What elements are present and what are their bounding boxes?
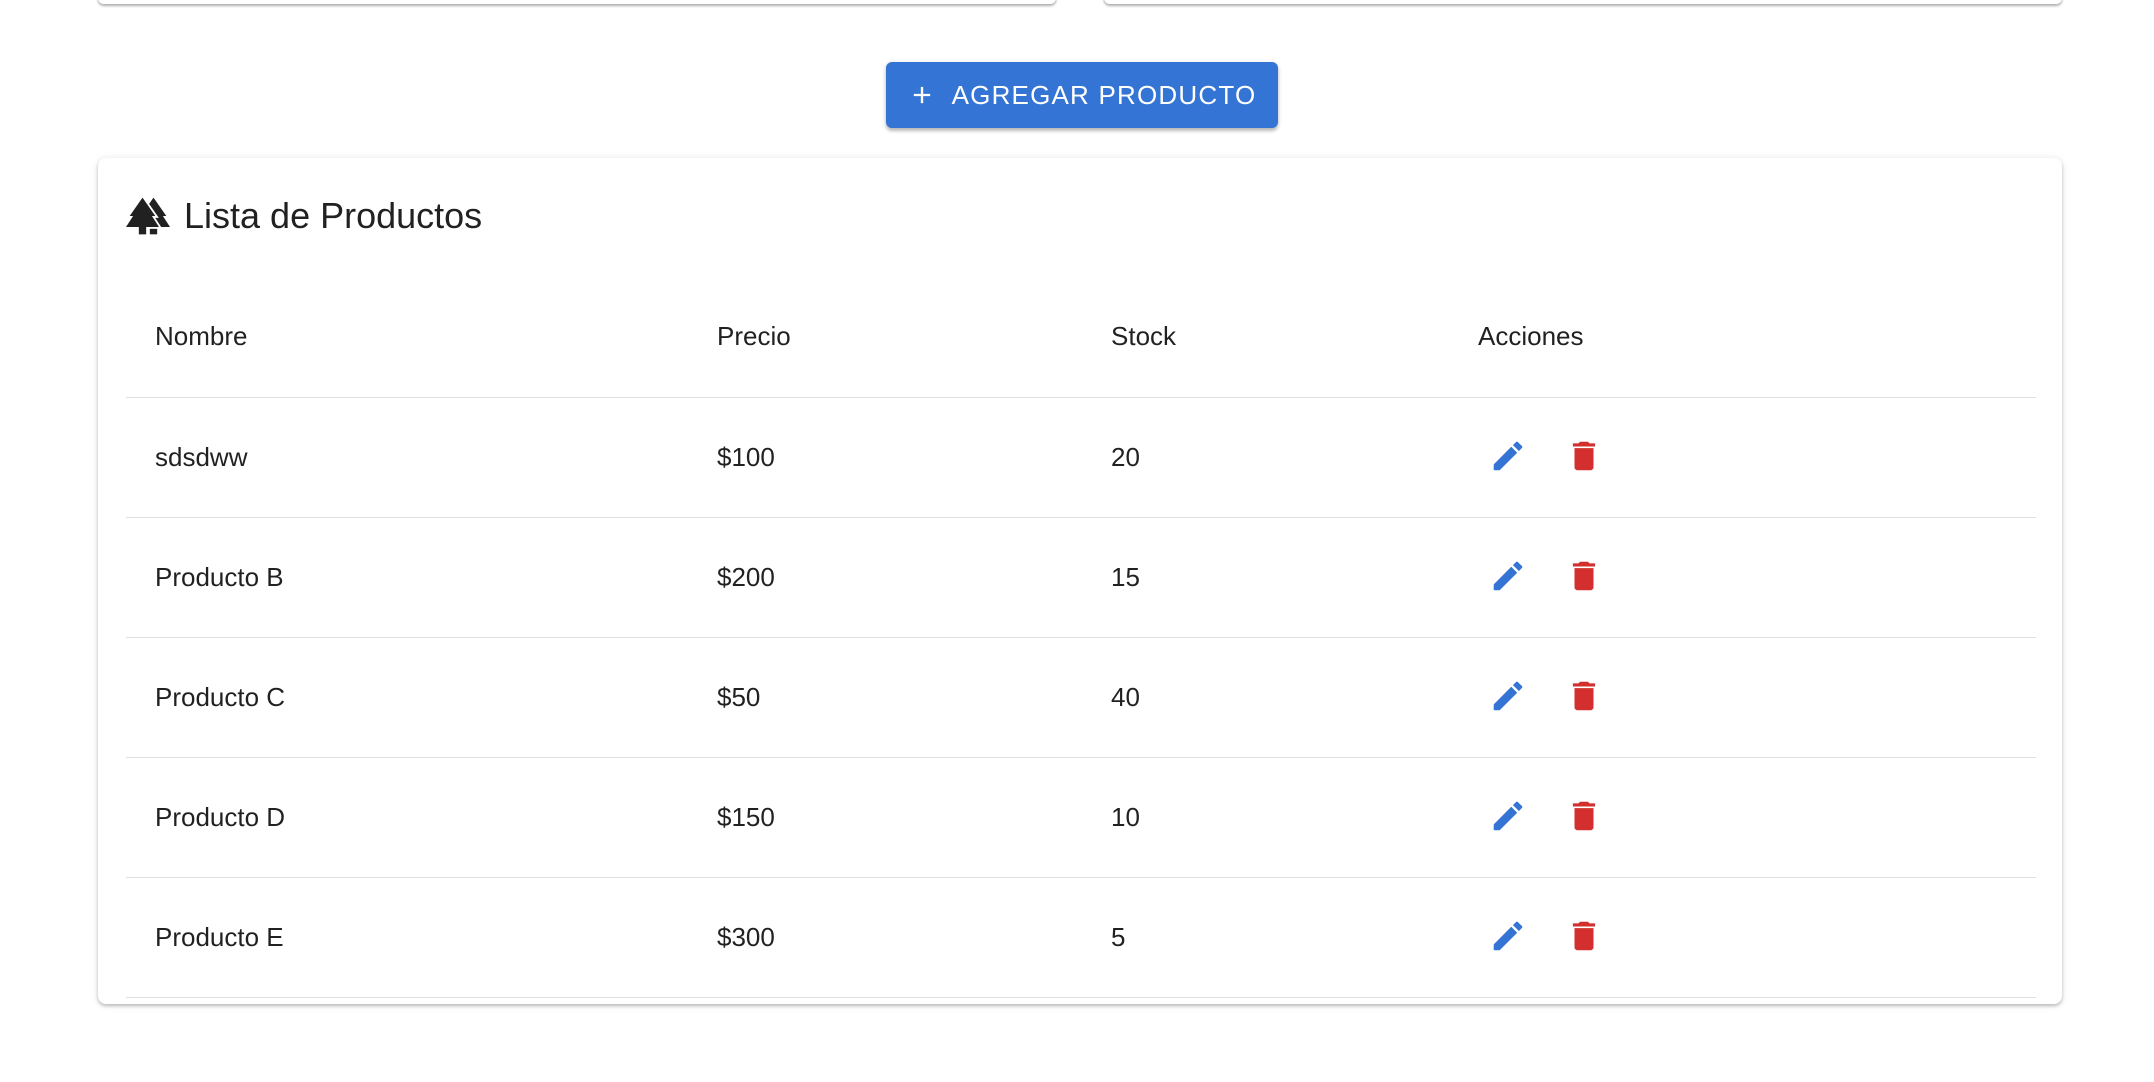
trash-icon [1565, 437, 1603, 478]
product-name: Producto B [155, 562, 284, 592]
table-row: sdsdww $100 20 [126, 398, 2036, 518]
product-table: sdsdww $100 20 Producto B $200 15 Produc… [126, 398, 2036, 998]
table-row: Producto B $200 15 [126, 518, 2036, 638]
row-actions [1478, 518, 1608, 637]
panel-title-text: Lista de Productos [184, 195, 483, 236]
tree-icon [126, 194, 170, 238]
product-price: $50 [717, 682, 761, 712]
column-header-stock: Stock [1111, 321, 1177, 351]
product-name: sdsdww [155, 442, 248, 472]
edit-button[interactable] [1484, 914, 1532, 962]
product-price: $200 [717, 562, 775, 592]
product-list-panel: Lista de Productos Nombre Precio Stock A… [98, 158, 2062, 1004]
table-row: Producto E $300 5 [126, 878, 2036, 998]
pencil-icon [1489, 677, 1527, 718]
product-stock: 15 [1111, 562, 1140, 592]
edit-button[interactable] [1484, 674, 1532, 722]
delete-button[interactable] [1560, 674, 1608, 722]
plus-icon [908, 81, 936, 109]
product-stock: 5 [1111, 922, 1126, 952]
edit-button[interactable] [1484, 554, 1532, 602]
row-actions [1478, 638, 1608, 757]
product-price: $300 [717, 922, 775, 952]
product-name: Producto D [155, 802, 286, 832]
trash-icon [1565, 557, 1603, 598]
add-product-button[interactable]: AGREGAR PRODUCTO [886, 62, 1278, 128]
add-product-label: AGREGAR PRODUCTO [951, 79, 1257, 110]
product-name: Producto C [155, 682, 286, 712]
pencil-icon [1489, 917, 1527, 958]
product-stock: 40 [1111, 682, 1140, 712]
table-row: Producto C $50 40 [126, 638, 2036, 758]
edit-button[interactable] [1484, 794, 1532, 842]
trash-icon [1565, 797, 1603, 838]
column-header-price: Precio [717, 321, 791, 351]
top-card-right [1104, 0, 2062, 4]
product-stock: 20 [1111, 442, 1140, 472]
trash-icon [1565, 677, 1603, 718]
row-actions [1478, 878, 1608, 997]
panel-title: Lista de Productos [126, 188, 482, 244]
column-header-actions: Acciones [1478, 321, 1584, 351]
edit-button[interactable] [1484, 434, 1532, 482]
product-price: $150 [717, 802, 775, 832]
row-actions [1478, 398, 1608, 517]
delete-button[interactable] [1560, 794, 1608, 842]
product-price: $100 [717, 442, 775, 472]
delete-button[interactable] [1560, 914, 1608, 962]
row-actions [1478, 758, 1608, 877]
pencil-icon [1489, 797, 1527, 838]
pencil-icon [1489, 437, 1527, 478]
delete-button[interactable] [1560, 554, 1608, 602]
pencil-icon [1489, 557, 1527, 598]
delete-button[interactable] [1560, 434, 1608, 482]
top-card-left [98, 0, 1056, 4]
table-row: Producto D $150 10 [126, 758, 2036, 878]
product-stock: 10 [1111, 802, 1140, 832]
table-header-row: Nombre Precio Stock Acciones [126, 276, 2036, 398]
column-header-name: Nombre [155, 321, 248, 351]
product-name: Producto E [155, 922, 284, 952]
trash-icon [1565, 917, 1603, 958]
